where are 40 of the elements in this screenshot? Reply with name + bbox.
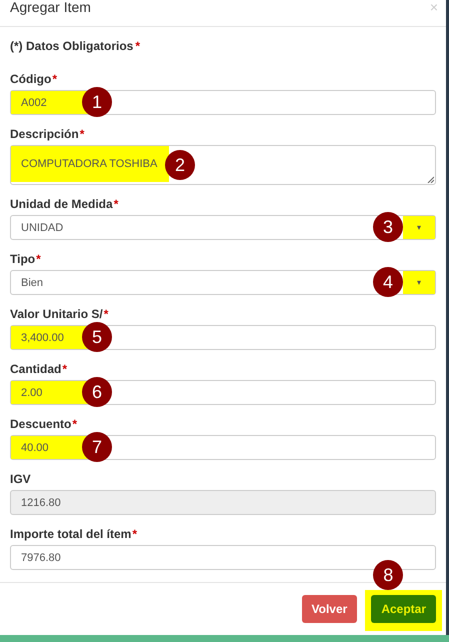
step-marker: 6	[82, 377, 112, 407]
step-marker: 3	[373, 212, 403, 242]
field-label: Importe total del ítem	[10, 527, 132, 541]
field-label: Unidad de Medida	[10, 197, 113, 211]
field-label: Descuento	[10, 417, 72, 431]
field-label: Descripción	[10, 127, 79, 141]
required-mark: *	[36, 252, 41, 266]
field-label: Tipo	[10, 252, 36, 266]
dialog-title: Agregar Item	[10, 0, 91, 15]
required-mark: *	[62, 362, 68, 376]
field-label: Cantidad	[10, 362, 62, 376]
step-marker: 1	[82, 87, 112, 117]
field-value: Bien	[20, 276, 44, 290]
required-mark: *	[104, 307, 108, 321]
field-value: 2.00	[20, 386, 44, 400]
field-value: UNIDAD	[20, 220, 64, 236]
required-mark: *	[72, 417, 78, 431]
required-mark: *	[80, 127, 84, 141]
required-mark: *	[114, 197, 118, 211]
step-marker: 2	[165, 150, 195, 180]
field-value: A002	[20, 96, 48, 110]
field-value: 7976.80	[20, 550, 62, 566]
action-button[interactable]: Aceptar	[371, 595, 436, 623]
field-label: Valor Unitario S/	[10, 307, 103, 321]
step-marker: 7	[82, 432, 112, 462]
required-mark: *	[52, 72, 57, 86]
step-marker: 8	[373, 560, 404, 590]
field-label: Código	[10, 72, 52, 86]
field-value: 40.00	[20, 440, 50, 456]
field-label: IGV	[10, 472, 31, 486]
step-marker: 4	[373, 267, 403, 297]
required-mark: *	[132, 527, 138, 541]
resize-grip-icon	[427, 176, 434, 183]
field-value: COMPUTADORA TOSHIBA	[11, 146, 170, 182]
required-note: (*) Datos Obligatorios	[10, 39, 134, 53]
field-value: 3,400.00	[20, 330, 65, 346]
required-mark: *	[135, 39, 140, 53]
action-button[interactable]: Volver	[302, 595, 358, 623]
field-value: 1216.80	[20, 496, 62, 510]
step-marker: 5	[82, 322, 112, 352]
